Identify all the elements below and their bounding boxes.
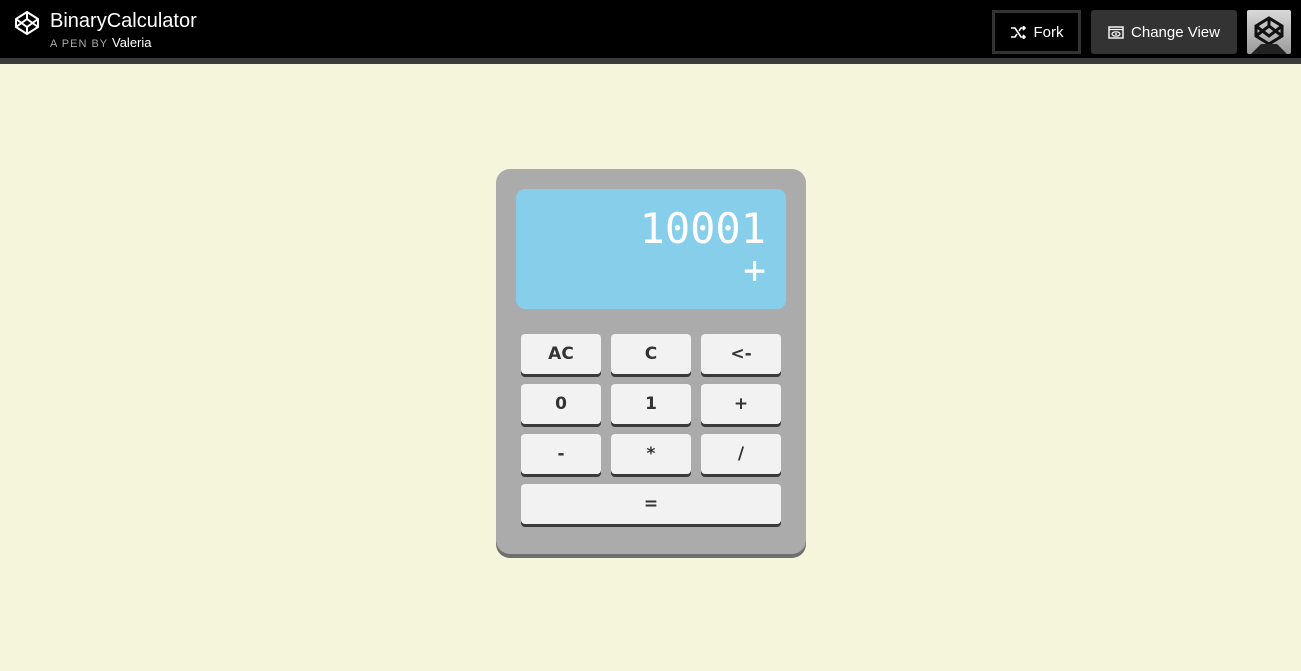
eye-window-icon — [1108, 25, 1124, 39]
equals-button[interactable]: = — [521, 484, 781, 524]
display-value: 10001 — [639, 204, 766, 253]
subtract-button[interactable]: - — [521, 434, 601, 474]
divide-button[interactable]: / — [701, 434, 781, 474]
calculator: 10001 + AC C <- 0 1 + - * / = — [496, 169, 806, 554]
clear-button[interactable]: C — [611, 334, 691, 374]
digit-0-button[interactable]: 0 — [521, 384, 601, 424]
byline-prefix: A PEN BY — [50, 38, 108, 50]
change-view-button[interactable]: Change View — [1091, 10, 1237, 54]
codepen-logo-icon[interactable] — [14, 10, 40, 36]
digit-1-button[interactable]: 1 — [611, 384, 691, 424]
author-link[interactable]: Valeria — [112, 35, 152, 50]
change-view-label: Change View — [1131, 23, 1220, 41]
user-avatar[interactable] — [1247, 10, 1291, 54]
pen-title[interactable]: BinaryCalculator — [50, 9, 197, 33]
multiply-button[interactable]: * — [611, 434, 691, 474]
backspace-button[interactable]: <- — [701, 334, 781, 374]
avatar-codepen-icon — [1251, 16, 1287, 54]
fork-label: Fork — [1033, 23, 1064, 41]
all-clear-button[interactable]: AC — [521, 334, 601, 374]
pen-byline: A PEN BY Valeria — [50, 35, 197, 50]
fork-icon — [1010, 25, 1026, 39]
display-operator: + — [743, 248, 766, 292]
brand: BinaryCalculator A PEN BY Valeria — [14, 9, 197, 50]
fork-button[interactable]: Fork — [992, 10, 1081, 54]
add-button[interactable]: + — [701, 384, 781, 424]
top-bar: BinaryCalculator A PEN BY Valeria Fork C… — [0, 0, 1301, 64]
calculator-display: 10001 + — [516, 189, 786, 309]
